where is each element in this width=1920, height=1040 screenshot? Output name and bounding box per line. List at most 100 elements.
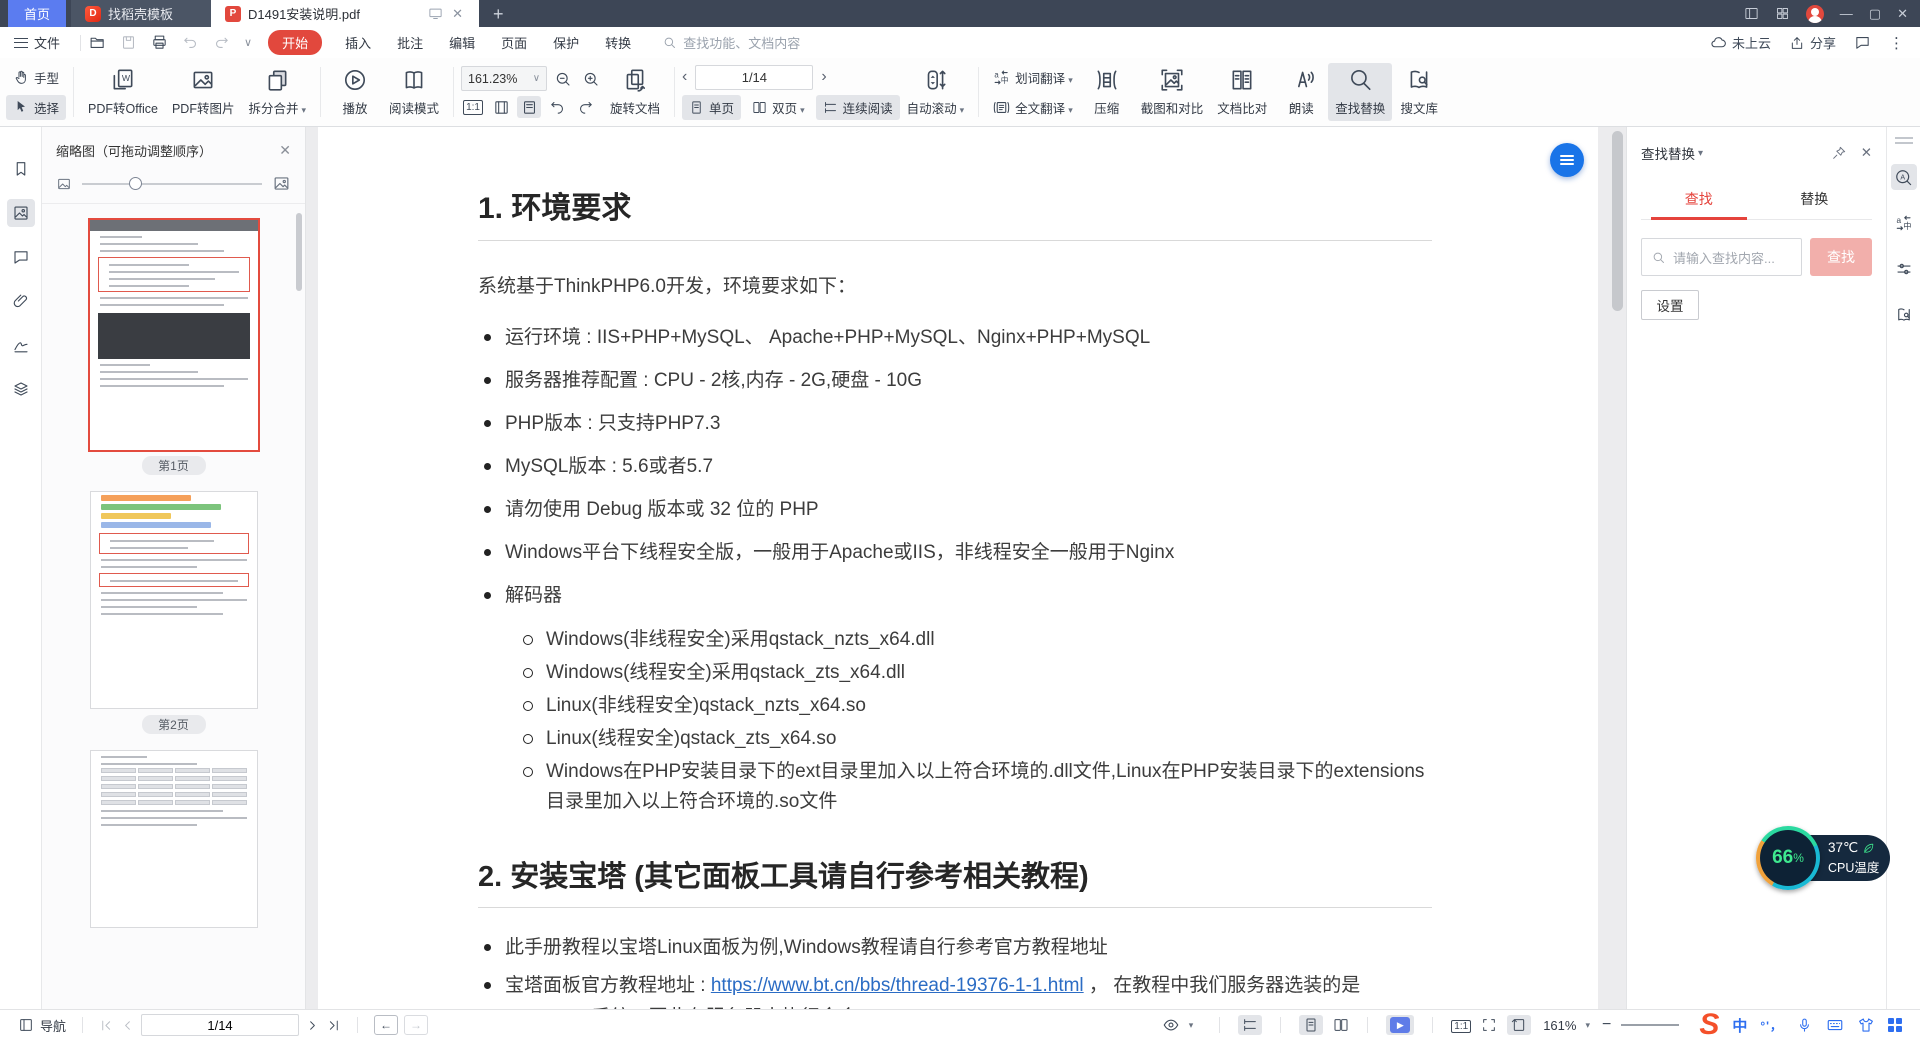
maximize-button[interactable]: ▢ [1869,6,1881,22]
settings-sliders-button[interactable] [1891,256,1917,282]
pdf-to-image-button[interactable]: PDF转图片 [165,63,242,121]
menu-tab-protect[interactable]: 保护 [540,33,592,52]
status-page-input[interactable] [141,1014,299,1036]
rotate-document-button[interactable]: 旋转文档 [603,63,667,121]
ime-toolbox-icon[interactable] [1888,1018,1902,1032]
single-page-view-button[interactable] [1299,1015,1323,1035]
zoom-slider[interactable] [1621,1024,1679,1026]
first-page-icon[interactable] [99,1018,114,1033]
search-library-button[interactable]: 搜文库 [1392,63,1446,121]
thumbnail-scrollbar[interactable] [296,213,302,291]
next-page-icon[interactable]: › [821,68,826,86]
tab-replace[interactable]: 替换 [1757,181,1873,219]
find-replace-button[interactable]: 查找替换 [1328,63,1392,121]
menu-tab-comment[interactable]: 批注 [384,33,436,52]
pin-icon[interactable] [1831,145,1847,161]
command-search[interactable]: 查找功能、文档内容 [662,33,800,52]
pdf-to-office-button[interactable]: W PDF转Office [81,63,165,121]
double-page-view-button[interactable] [1333,1017,1349,1034]
tutorial-link[interactable]: https://www.bt.cn/bbs/thread-19376-1-1.h… [711,975,1084,996]
sogou-logo-icon[interactable]: S [1699,1012,1719,1038]
signature-panel-button[interactable] [7,331,35,359]
rotate-right-button[interactable] [573,96,597,118]
new-tab-button[interactable]: + [479,2,518,27]
slider-track[interactable] [82,183,262,185]
single-page-button[interactable]: 单页 [682,95,741,120]
share-button[interactable]: 分享 [1789,33,1836,52]
actual-size-status-button[interactable]: 1:1 [1451,1017,1471,1033]
microphone-icon[interactable] [1796,1017,1813,1034]
comments-panel-button[interactable] [7,243,35,271]
minimize-button[interactable]: — [1840,6,1853,21]
page-thumbnail-1[interactable] [90,220,258,450]
open-folder-icon[interactable] [89,34,106,51]
zoom-level[interactable]: 161% ▾ [1541,1018,1592,1033]
tab-document[interactable]: P D1491安装说明.pdf ✕ [211,0,479,27]
more-actions-icon[interactable]: ∨ [244,36,252,49]
panel-drag-handle[interactable] [1895,137,1913,144]
ime-punctuation-toggle[interactable]: °'， [1760,1017,1783,1034]
user-avatar[interactable] [1806,5,1824,23]
double-page-button[interactable]: 双页▾ [745,95,812,120]
thumbnail-panel-close-icon[interactable]: ✕ [279,142,291,159]
read-mode-button[interactable]: 阅读模式 [382,63,446,121]
comment-bubble-icon[interactable] [1854,34,1871,51]
zoom-out-status-button[interactable]: − [1602,1016,1611,1034]
layers-panel-button[interactable] [7,375,35,403]
compress-button[interactable]: 压缩 [1080,63,1134,121]
play-button[interactable]: 播放 [328,63,382,121]
ime-language-toggle[interactable]: 中 [1732,1015,1747,1036]
page-thumbnail-2[interactable] [90,491,258,709]
document-scrollbar[interactable] [1612,131,1623,311]
last-page-icon[interactable] [326,1018,341,1033]
continuous-view-button[interactable] [1238,1015,1262,1035]
tab-home[interactable]: 首页 [8,0,66,27]
print-icon[interactable] [151,34,168,51]
save-icon[interactable] [120,34,137,51]
page-thumbnail-3[interactable] [90,750,258,928]
fit-page-status-button[interactable] [1507,1015,1531,1035]
layout-switch-icon[interactable] [1744,6,1759,21]
large-image-icon[interactable] [272,174,291,193]
next-page-icon[interactable] [305,1018,320,1033]
thumbnails-panel-button[interactable] [7,199,35,227]
find-panel-close-icon[interactable]: ✕ [1861,145,1872,161]
slider-knob[interactable] [129,177,142,190]
fit-width-status-button[interactable] [1481,1017,1497,1034]
menu-tab-insert[interactable]: 插入 [332,33,384,52]
menu-tab-page[interactable]: 页面 [488,33,540,52]
forward-button[interactable]: → [404,1015,428,1035]
find-panel-caret-icon[interactable]: ▾ [1698,148,1703,159]
zoom-out-button[interactable] [551,68,575,90]
actual-size-button[interactable]: 1:1 [461,96,485,118]
undo-icon[interactable] [182,34,199,51]
doc-compare-button[interactable]: 文档比对 [1210,63,1274,121]
more-menu-icon[interactable]: ⋮ [1889,34,1904,52]
redo-icon[interactable] [213,34,230,51]
cloud-status[interactable]: 未上云 [1710,33,1771,52]
small-image-icon[interactable] [56,176,72,192]
translate-tool-button[interactable]: a中 [1891,210,1917,236]
fit-width-button[interactable] [489,96,513,118]
screenshot-compare-button[interactable]: 截图和对比 [1134,63,1211,121]
tab-docer-template[interactable]: D 找稻壳模板 [71,0,211,27]
zoom-select[interactable]: 161.23% ∨ [461,66,547,91]
keyboard-icon[interactable] [1826,1016,1844,1034]
auto-scroll-button[interactable]: 自动滚动▾ [900,63,972,121]
find-tool-button[interactable]: A [1891,164,1917,190]
page-number-input[interactable] [695,65,813,90]
split-merge-button[interactable]: 拆分合并▾ [241,63,313,121]
apps-grid-icon[interactable] [1775,6,1790,21]
hand-tool-button[interactable]: 手型 [6,65,66,90]
select-tool-button[interactable]: 选择 [6,95,66,120]
nav-toggle[interactable]: 导航 [10,1016,74,1035]
fit-page-button[interactable] [517,96,541,118]
word-translate-button[interactable]: a中 划词翻译▾ [986,65,1080,90]
continuous-read-button[interactable]: 连续阅读 [816,95,900,120]
zoom-in-button[interactable] [579,68,603,90]
prev-page-icon[interactable]: ‹ [682,68,687,86]
find-input[interactable]: 请输入查找内容... [1641,238,1802,276]
document-viewport[interactable]: 1. 环境要求 系统基于ThinkPHP6.0开发，环境要求如下： 运行环境 :… [306,127,1626,1009]
full-translate-button[interactable]: 全文翻译▾ [986,95,1080,120]
attachments-panel-button[interactable] [7,287,35,315]
